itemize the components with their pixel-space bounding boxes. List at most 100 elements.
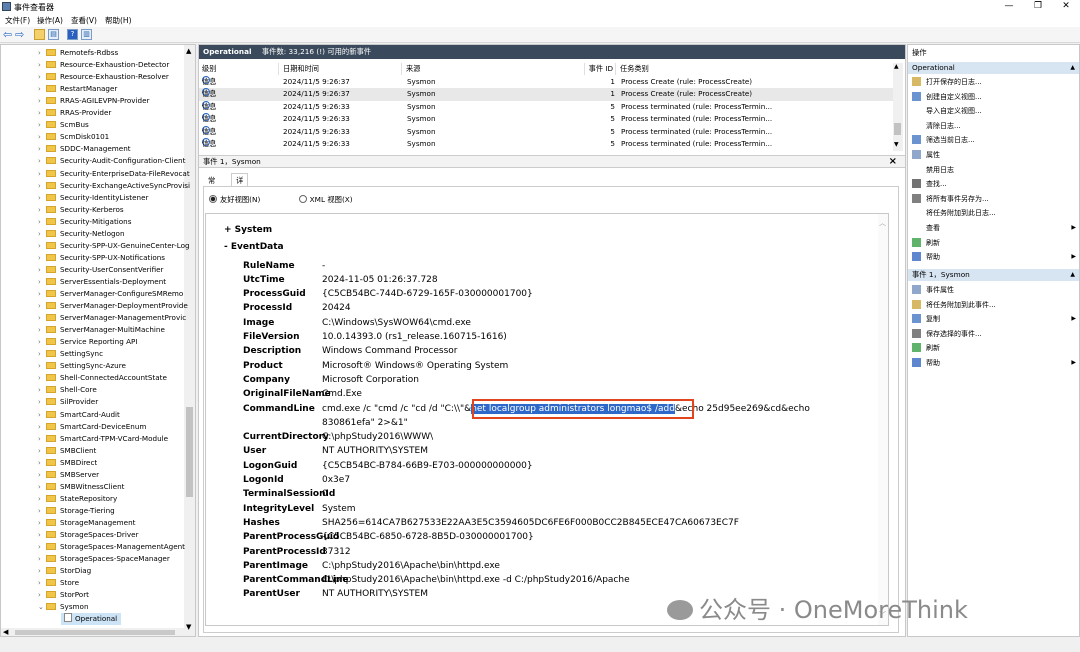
- tree-item[interactable]: › StorPort: [38, 589, 89, 601]
- chevron-right-icon[interactable]: ›: [38, 445, 46, 457]
- table-row[interactable]: i 信息 2024/11/5 9:26:37 Sysmon 1 Process Creat…: [199, 88, 893, 101]
- tree-item[interactable]: › SmartCard-DeviceEnum: [38, 421, 146, 433]
- chevron-right-icon[interactable]: ›: [38, 216, 46, 228]
- tree-item[interactable]: › Shell-Core: [38, 384, 97, 396]
- table-row[interactable]: i 信息 2024/11/5 9:26:37 Sysmon 1 Process Creat…: [199, 76, 893, 88]
- tree-item[interactable]: › Security-Audit-Configuration-Client: [38, 155, 185, 167]
- tree-item[interactable]: › Security-Kerberos: [38, 204, 124, 216]
- radio-friendly[interactable]: 友好视图(N): [209, 195, 260, 204]
- chevron-right-icon[interactable]: ›: [38, 252, 46, 264]
- tree-item[interactable]: › ServerEssentials-Deployment: [38, 276, 166, 288]
- action-item[interactable]: 保存选择的事件...: [912, 327, 1076, 341]
- chevron-right-icon[interactable]: ›: [38, 95, 46, 107]
- chevron-right-icon[interactable]: ›: [38, 131, 46, 143]
- tree-item[interactable]: › SettingSync-Azure: [38, 360, 126, 372]
- tree-item[interactable]: › SettingSync: [38, 348, 103, 360]
- tree-scroll-down[interactable]: ▼: [186, 623, 191, 631]
- menu-file[interactable]: 文件(F): [5, 15, 30, 26]
- tree-item[interactable]: › StorageSpaces-ManagementAgent: [38, 541, 185, 553]
- chevron-right-icon[interactable]: ›: [38, 360, 46, 372]
- chevron-right-icon[interactable]: ›: [38, 83, 46, 95]
- chevron-right-icon[interactable]: ›: [38, 107, 46, 119]
- tree-item[interactable]: › ServerManager-ConfigureSMRemo: [38, 288, 183, 300]
- chevron-right-icon[interactable]: ›: [38, 409, 46, 421]
- close-detail-icon[interactable]: ×: [889, 156, 897, 168]
- chevron-right-icon[interactable]: ›: [38, 457, 46, 469]
- tree-scroll-thumb[interactable]: [186, 407, 193, 497]
- tree-item[interactable]: › Store: [38, 577, 79, 589]
- tree-item[interactable]: › SDDC-Management: [38, 143, 131, 155]
- chevron-right-icon[interactable]: ›: [38, 168, 46, 180]
- action-item[interactable]: 清除日志...: [912, 119, 1076, 133]
- tree-item[interactable]: › ServerManager-MultiMachine: [38, 324, 165, 336]
- tree-item[interactable]: › StorageSpaces-Driver: [38, 529, 138, 541]
- chevron-right-icon[interactable]: ›: [38, 505, 46, 517]
- action-item[interactable]: 查找...: [912, 177, 1076, 191]
- tree-item[interactable]: › SMBServer: [38, 469, 99, 481]
- tree-item[interactable]: › SMBClient: [38, 445, 96, 457]
- tree-item[interactable]: › Security-Netlogon: [38, 228, 125, 240]
- chevron-right-icon[interactable]: ›: [38, 276, 46, 288]
- chevron-right-icon[interactable]: ›: [38, 433, 46, 445]
- tree-item[interactable]: › ServerManager-DeploymentProvide: [38, 300, 188, 312]
- tree-item[interactable]: › ScmDisk0101: [38, 131, 109, 143]
- action-item[interactable]: 复制 ▶: [912, 312, 1076, 326]
- column-header-level[interactable]: 级别: [199, 63, 279, 75]
- action-item[interactable]: 打开保存的日志...: [912, 75, 1076, 89]
- action-item[interactable]: 刷新: [912, 341, 1076, 355]
- menu-action[interactable]: 操作(A): [37, 15, 63, 26]
- collapse-arrow-icon[interactable]: ▲: [1070, 62, 1075, 74]
- chevron-right-icon[interactable]: ›: [38, 71, 46, 83]
- console-tree-icon[interactable]: ▤: [48, 29, 59, 40]
- chevron-right-icon[interactable]: ›: [38, 336, 46, 348]
- tree-item[interactable]: › RRAS-AGILEVPN-Provider: [38, 95, 149, 107]
- tree-item[interactable]: › Security-UserConsentVerifier: [38, 264, 164, 276]
- tree-scroll-up[interactable]: ▲: [186, 47, 191, 55]
- chevron-right-icon[interactable]: ›: [38, 565, 46, 577]
- tree-item[interactable]: › SmartCard-Audit: [38, 409, 120, 421]
- chevron-right-icon[interactable]: ›: [38, 577, 46, 589]
- list-scrollbar[interactable]: ▲ ▼: [893, 63, 903, 151]
- tree-item[interactable]: › SmartCard-TPM-VCard-Module: [38, 433, 168, 445]
- tree-item[interactable]: › Security-SPP-UX-GenuineCenter-Log: [38, 240, 190, 252]
- chevron-right-icon[interactable]: ›: [38, 481, 46, 493]
- chevron-right-icon[interactable]: ›: [38, 180, 46, 192]
- chevron-right-icon[interactable]: ›: [38, 493, 46, 505]
- chevron-right-icon[interactable]: ›: [38, 384, 46, 396]
- chevron-right-icon[interactable]: ›: [38, 119, 46, 131]
- list-scroll-up[interactable]: ▲: [894, 63, 899, 70]
- tree-item[interactable]: › Remotefs-Rdbss: [38, 47, 118, 59]
- radio-xml-dot[interactable]: [298, 195, 307, 203]
- tree-item[interactable]: › Security-IdentityListener: [38, 192, 148, 204]
- tree-item[interactable]: › Shell-ConnectedAccountState: [38, 372, 167, 384]
- action-item[interactable]: 查看 ▶: [912, 221, 1076, 235]
- column-header-event-id[interactable]: 事件 ID: [585, 63, 616, 75]
- tree-item[interactable]: › Security-ExchangeActiveSyncProvisi: [38, 180, 190, 192]
- action-item[interactable]: 事件属性: [912, 283, 1076, 297]
- chevron-right-icon[interactable]: ›: [38, 324, 46, 336]
- chevron-right-icon[interactable]: ›: [38, 541, 46, 553]
- chevron-right-icon[interactable]: ›: [38, 589, 46, 601]
- column-header-task[interactable]: 任务类别: [617, 63, 893, 75]
- tab-general[interactable]: 常规: [203, 173, 220, 198]
- chevron-right-icon[interactable]: ›: [38, 264, 46, 276]
- column-header-time[interactable]: 日期和时间: [280, 63, 402, 75]
- action-item[interactable]: 创建自定义视图...: [912, 90, 1076, 104]
- forward-arrow-icon[interactable]: ⇨: [15, 28, 24, 41]
- action-item[interactable]: 刷新: [912, 236, 1076, 250]
- chevron-right-icon[interactable]: ›: [38, 288, 46, 300]
- table-row[interactable]: i 信息 2024/11/5 9:26:33 Sysmon 5 Process termi…: [199, 125, 893, 138]
- tree-item[interactable]: › Resource-Exhaustion-Detector: [38, 59, 169, 71]
- action-pane-icon[interactable]: ▥: [81, 29, 92, 40]
- menu-help[interactable]: 帮助(H): [105, 15, 132, 26]
- list-scroll-thumb[interactable]: [894, 123, 901, 135]
- chevron-right-icon[interactable]: ›: [38, 143, 46, 155]
- table-row[interactable]: i 信息 2024/11/5 9:26:33 Sysmon 5 Process termi…: [199, 138, 893, 150]
- tree-item[interactable]: › StorDiag: [38, 565, 91, 577]
- actions-group-event[interactable]: 事件 1，Sysmon ▲: [908, 269, 1079, 281]
- tree-scroll-left[interactable]: ◀: [3, 628, 8, 636]
- chevron-right-icon[interactable]: ›: [38, 517, 46, 529]
- action-item[interactable]: 筛选当前日志...: [912, 133, 1076, 147]
- tree-item[interactable]: › SMBDirect: [38, 457, 97, 469]
- tree-item[interactable]: › Resource-Exhaustion-Resolver: [38, 71, 169, 83]
